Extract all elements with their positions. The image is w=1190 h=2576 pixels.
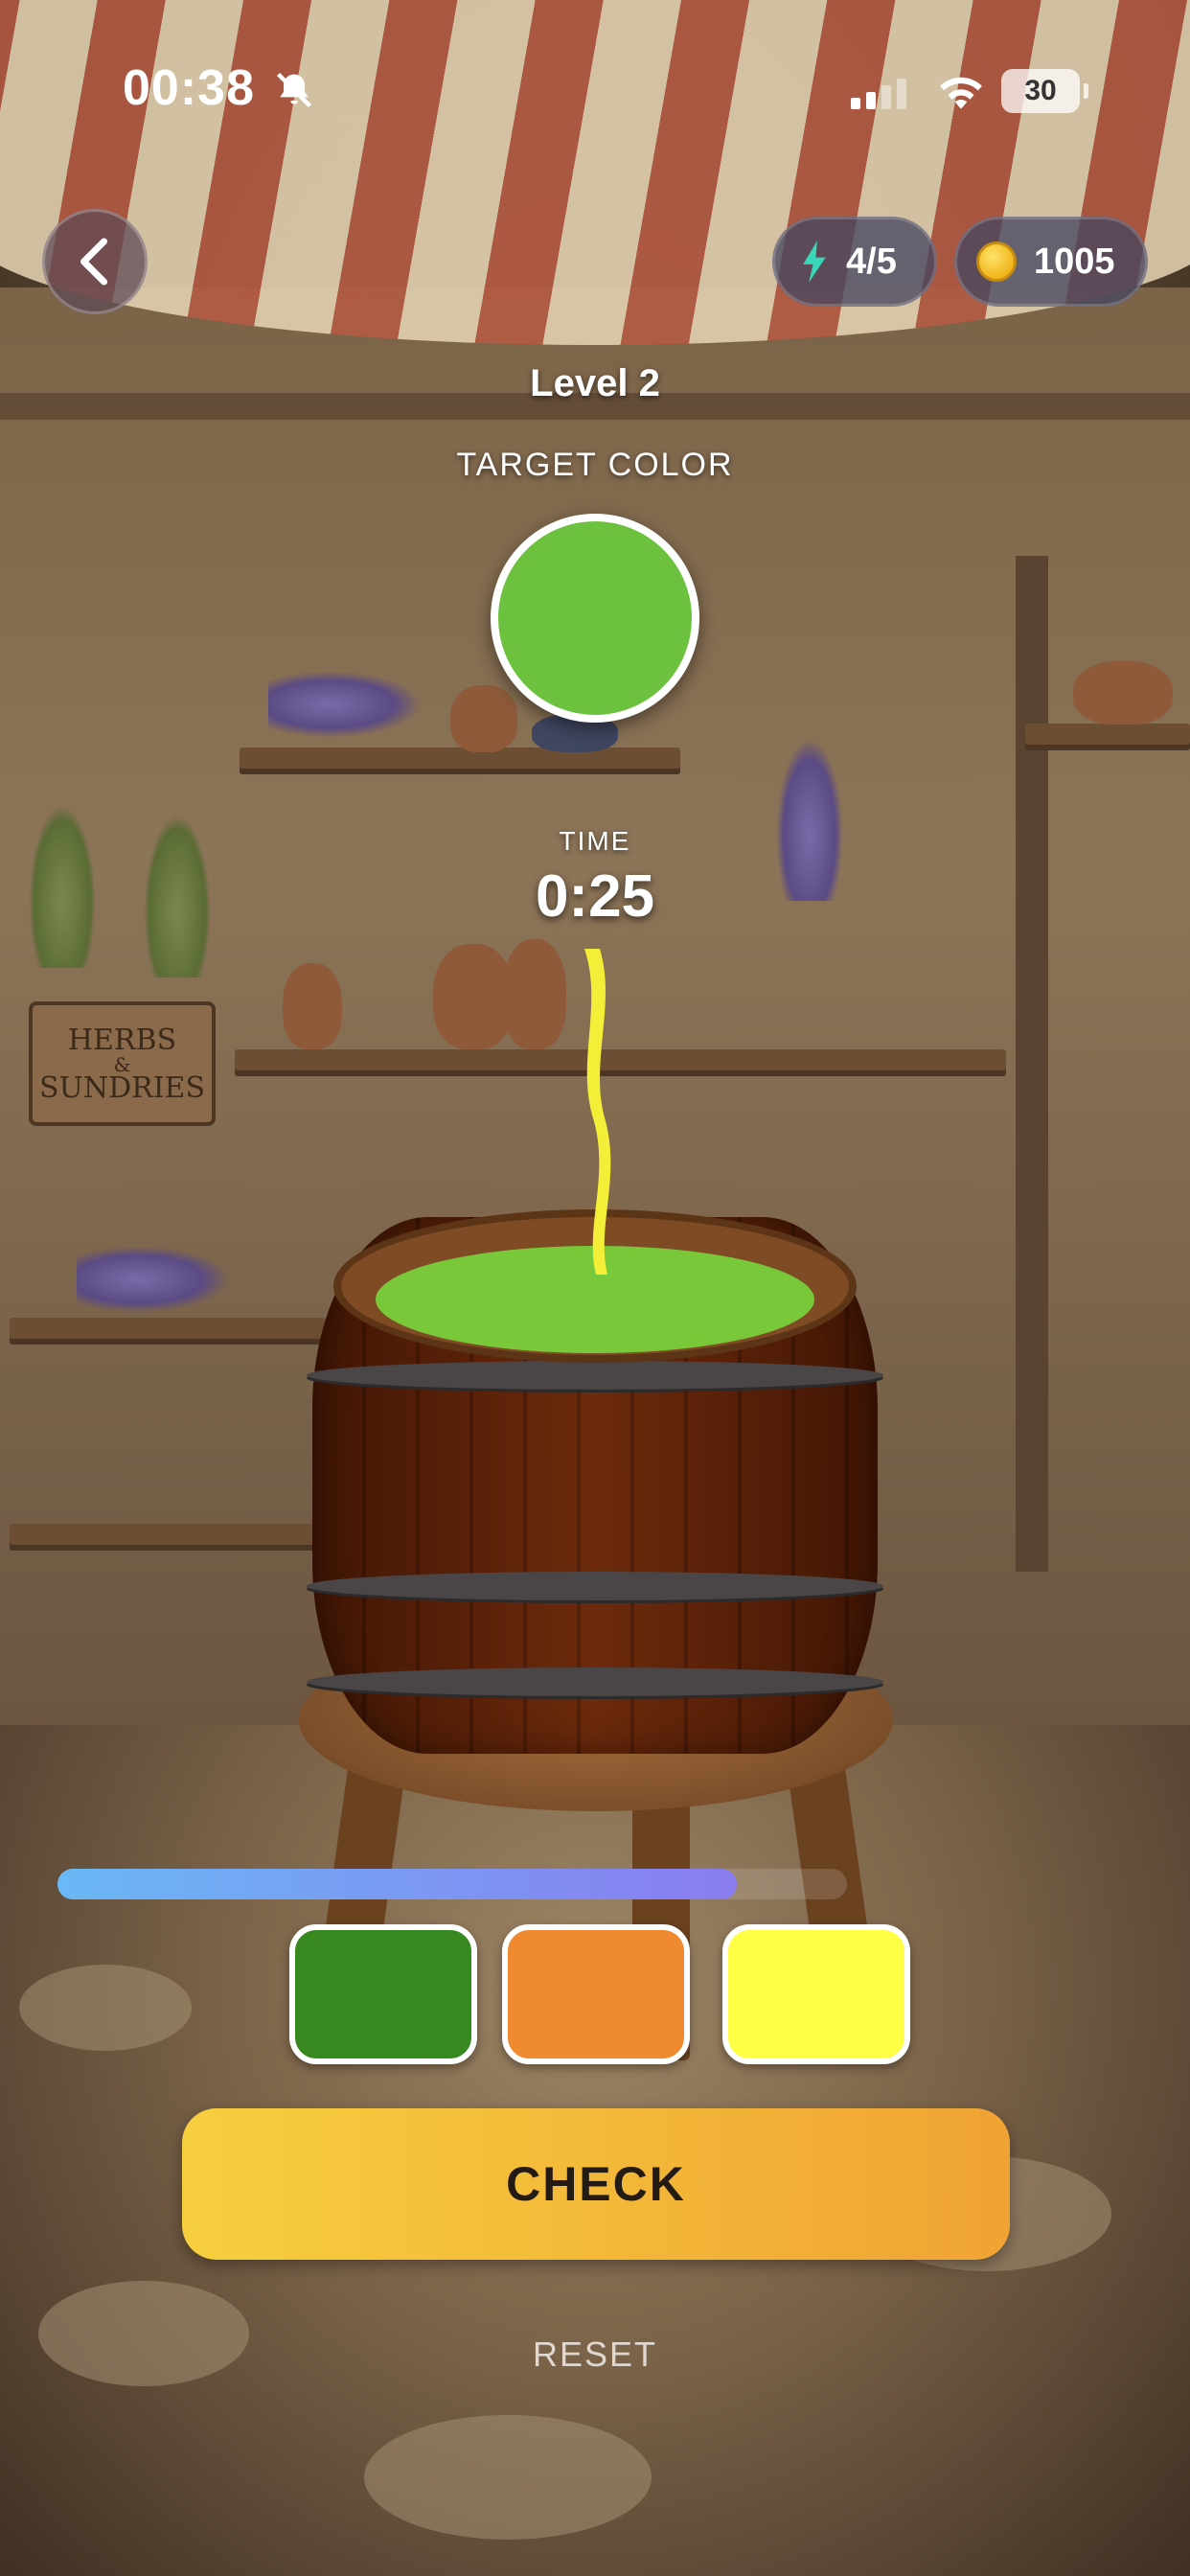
clay-pot [433,944,514,1049]
shelf [235,1049,1006,1070]
back-button[interactable] [42,209,148,314]
clay-pot [503,939,566,1049]
shelf [1025,724,1190,745]
shelf [240,748,680,769]
pour-progress-bar [57,1869,847,1899]
pour-progress-fill [57,1869,737,1899]
time-label: TIME [559,826,631,856]
floor-stone [19,1965,192,2051]
energy-value: 4/5 [846,241,897,282]
check-button[interactable]: CHECK [182,2108,1010,2260]
shelf [10,1524,316,1545]
pouring-stream [584,949,611,1275]
coin-value: 1005 [1034,241,1115,282]
sign-line: & [113,1053,131,1076]
shelf [10,1318,326,1339]
energy-counter[interactable]: 4/5 [772,217,937,307]
herbs-sundries-sign: HERBS & SUNDRIES [29,1001,216,1126]
barrel-hoop [307,1361,883,1390]
chevron-left-icon [80,238,108,286]
reset-button[interactable]: RESET [0,2334,1190,2375]
level-title: Level 2 [530,362,660,404]
status-time: 00:38 [123,60,255,116]
lightning-icon [800,241,829,283]
bell-slash-icon [276,72,312,108]
swatch-dark-green[interactable] [289,1924,477,2064]
floor-stone [364,2415,652,2540]
target-color-swatch [491,514,699,723]
wood-beam [1016,556,1048,1572]
clay-pot [1073,661,1173,724]
lavender-bundle [77,1246,230,1313]
coin-icon [976,242,1017,282]
target-color-label: TARGET COLOR [456,447,734,483]
lavender-bundle [268,671,422,738]
swatch-yellow[interactable] [722,1924,910,2064]
status-bar: 00:38 30 [0,0,1190,182]
signal-icon [851,79,906,109]
battery-icon: 30 [1001,69,1088,113]
sign-line: SUNDRIES [38,1071,206,1105]
wifi-icon [940,77,982,109]
clay-pot [283,963,342,1049]
barrel-hoop [307,1572,883,1600]
swatch-orange[interactable] [502,1924,690,2064]
clay-pot [450,685,517,752]
coin-counter[interactable]: 1005 [954,217,1148,307]
barrel-hoop [307,1668,883,1696]
time-remaining: 0:25 [535,863,655,930]
